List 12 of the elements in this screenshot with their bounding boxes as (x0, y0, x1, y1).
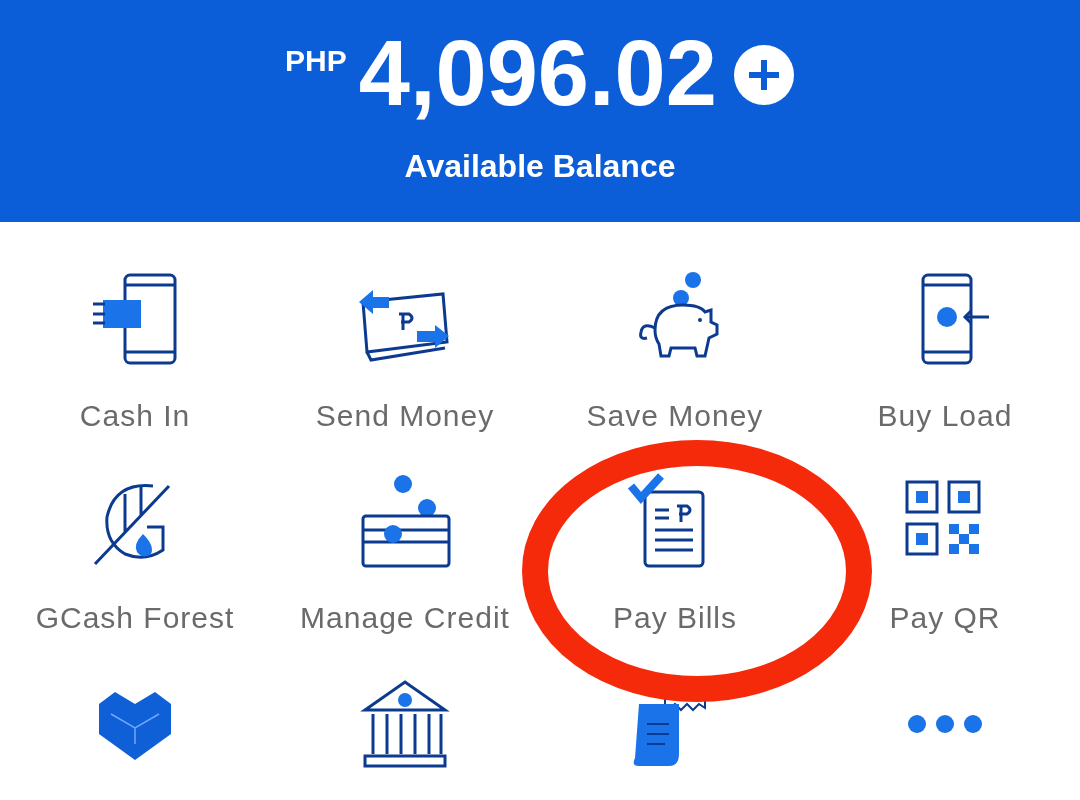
service-label[interactable]: Cash In (79, 396, 191, 436)
service-label[interactable]: Pay Bills (612, 598, 737, 638)
service-label[interactable]: Manage Credit (300, 598, 510, 638)
balance-amount: 4,096.02 (358, 21, 717, 126)
balance-caption: Available Balance (404, 147, 676, 186)
service-label[interactable]: Send Money (315, 396, 495, 436)
service-label[interactable]: Buy Load (877, 396, 1013, 436)
service-label[interactable]: Pay QR (889, 598, 1001, 638)
service-label[interactable]: Save Money (586, 396, 764, 436)
service-label[interactable]: GCash Forest (35, 598, 235, 638)
currency-label: PHP (285, 43, 347, 79)
add-icon[interactable] (732, 44, 795, 106)
